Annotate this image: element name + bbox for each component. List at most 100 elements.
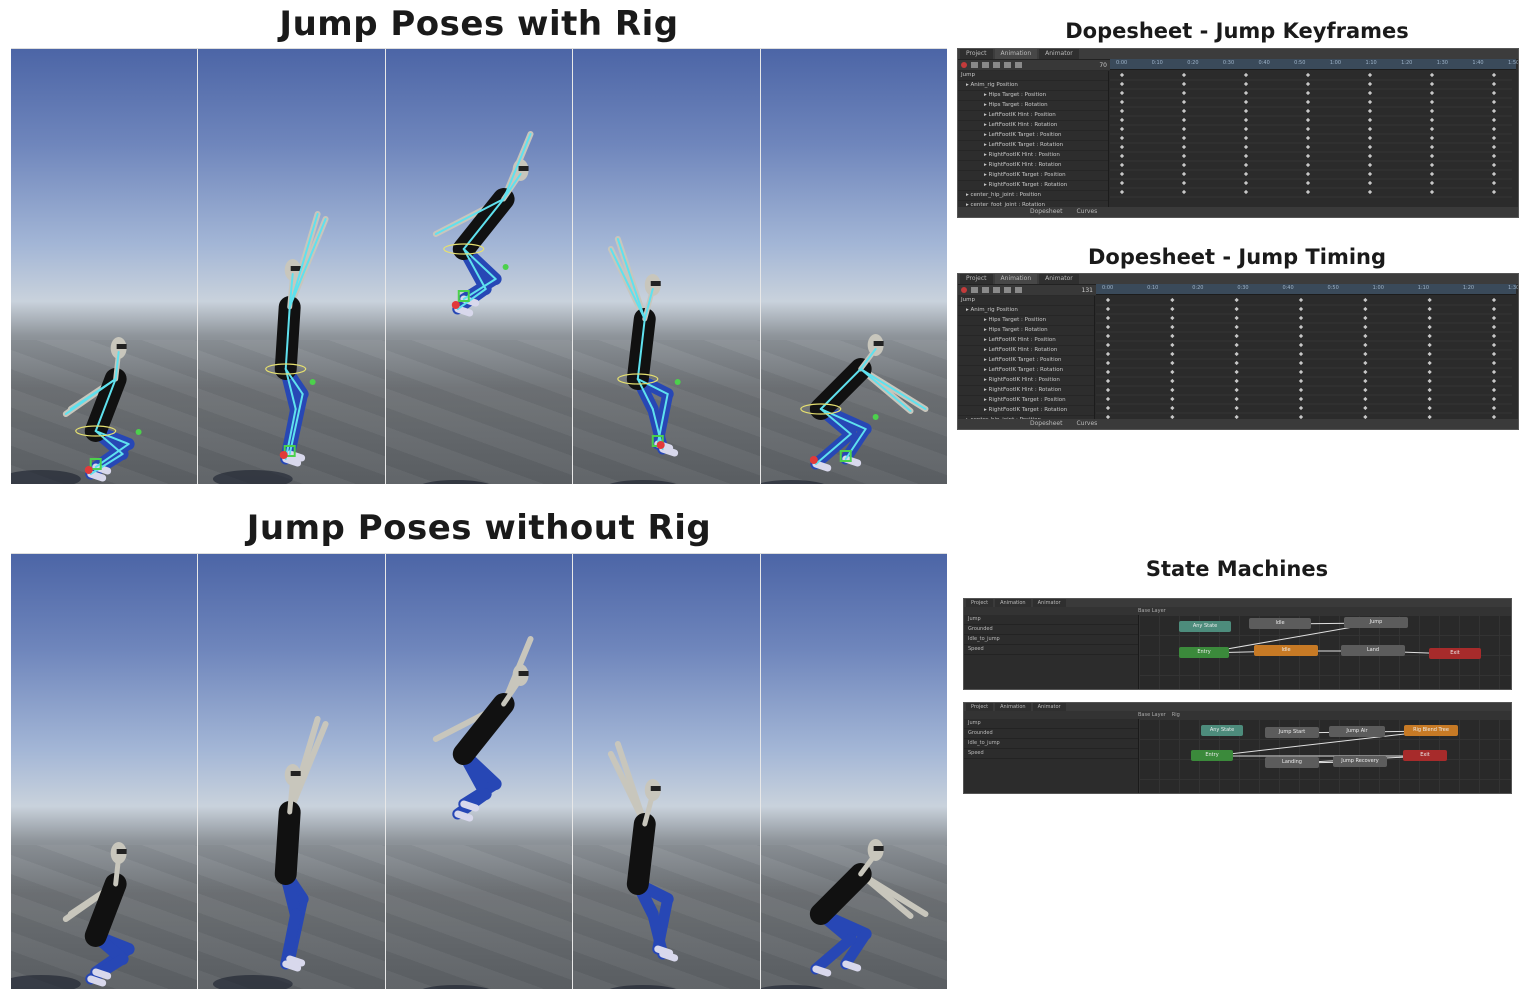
keyframe-diamond[interactable] xyxy=(1363,333,1368,339)
play-icon[interactable] xyxy=(993,287,1000,293)
keyframe-diamond[interactable] xyxy=(1427,396,1432,402)
parameter-row[interactable]: Idle_to_jump xyxy=(964,739,1138,749)
keyframe-diamond[interactable] xyxy=(1119,126,1125,132)
keyframe-diamond[interactable] xyxy=(1363,405,1368,411)
keyframe-diamond[interactable] xyxy=(1298,306,1304,312)
keyframe-diamond[interactable] xyxy=(1243,99,1249,105)
keyframe-diamond[interactable] xyxy=(1491,180,1497,186)
track-row[interactable]: ▸ LeftFootIK Hint : Rotation xyxy=(958,346,1094,356)
keyframe-diamond[interactable] xyxy=(1491,117,1497,123)
keyframe-diamond[interactable] xyxy=(1298,405,1304,411)
keyframe-diamond[interactable] xyxy=(1105,351,1111,357)
keyframe-diamond[interactable] xyxy=(1243,153,1249,159)
keyframe-diamond[interactable] xyxy=(1181,171,1187,177)
keyframe-diamond[interactable] xyxy=(1234,306,1239,312)
keyframe-diamond[interactable] xyxy=(1243,135,1249,141)
keyframe-diamond[interactable] xyxy=(1105,333,1111,339)
state-node[interactable]: Idle xyxy=(1254,645,1318,656)
keyframe-diamond[interactable] xyxy=(1119,108,1125,114)
keyframe-diamond[interactable] xyxy=(1234,297,1239,303)
keyframe-diamond[interactable] xyxy=(1298,369,1304,375)
keyframe-diamond[interactable] xyxy=(1305,99,1311,105)
keyframe-diamond[interactable] xyxy=(1298,324,1304,330)
ik-hint[interactable] xyxy=(502,264,509,270)
keyframe-diamond[interactable] xyxy=(1305,189,1311,195)
keyframe-diamond[interactable] xyxy=(1363,369,1368,375)
track-row[interactable]: ▸ Anim_rig Position xyxy=(958,81,1108,91)
keyframe-diamond[interactable] xyxy=(1491,81,1497,87)
keyframe-diamond[interactable] xyxy=(1429,189,1435,195)
frame-field[interactable]: 70 xyxy=(1099,62,1107,69)
keyframe-diamond[interactable] xyxy=(1363,315,1368,321)
parameter-row[interactable]: Grounded xyxy=(964,625,1138,635)
keyframe-diamond[interactable] xyxy=(1170,396,1175,402)
keyframe-diamond[interactable] xyxy=(1491,360,1497,366)
keyframe-grid[interactable] xyxy=(1110,71,1512,207)
tab-project[interactable]: Project xyxy=(966,703,994,711)
keyframe-diamond[interactable] xyxy=(1491,99,1497,105)
keyframe-diamond[interactable] xyxy=(1429,162,1435,168)
record-icon[interactable] xyxy=(961,287,967,293)
footer-tab-curves[interactable]: Curves xyxy=(1076,207,1097,217)
keyframe-diamond[interactable] xyxy=(1181,135,1187,141)
keyframe-diamond[interactable] xyxy=(1427,369,1432,375)
ik-hint[interactable] xyxy=(135,429,142,435)
state-machine-panel-1[interactable]: Project Animation Animator Base Layer Jump Gr… xyxy=(963,598,1512,690)
ik-target-red[interactable] xyxy=(84,466,93,474)
tab-project[interactable]: Project xyxy=(966,599,994,607)
keyframe-diamond[interactable] xyxy=(1491,108,1497,114)
keyframe-diamond[interactable] xyxy=(1181,90,1187,96)
keyframe-diamond[interactable] xyxy=(1105,315,1111,321)
keyframe-diamond[interactable] xyxy=(1298,387,1304,393)
keyframe-diamond[interactable] xyxy=(1243,81,1249,87)
ik-target-red[interactable] xyxy=(656,441,665,449)
keyframe-diamond[interactable] xyxy=(1491,396,1497,402)
keyframe-diamond[interactable] xyxy=(1105,324,1111,330)
keyframe-diamond[interactable] xyxy=(1105,387,1111,393)
track-row[interactable]: ▸ RightFootIK Target : Position xyxy=(958,396,1094,406)
keyframe-diamond[interactable] xyxy=(1181,99,1187,105)
track-row[interactable]: ▸ RightFootIK Target : Position xyxy=(958,171,1108,181)
keyframe-diamond[interactable] xyxy=(1491,171,1497,177)
keyframe-diamond[interactable] xyxy=(1243,189,1249,195)
keyframe-diamond[interactable] xyxy=(1170,297,1175,303)
keyframe-diamond[interactable] xyxy=(1119,144,1125,150)
keyframe-diamond[interactable] xyxy=(1181,81,1187,87)
ik-target-red[interactable] xyxy=(280,451,289,459)
state-graph-canvas[interactable]: Any State Idle Jump Entry Idle Land Exit xyxy=(1139,615,1511,689)
keyframe-diamond[interactable] xyxy=(1429,117,1435,123)
footer-tab-dopesheet[interactable]: Dopesheet xyxy=(1030,207,1062,217)
keyframe-diamond[interactable] xyxy=(1119,153,1125,159)
state-node[interactable]: Land xyxy=(1341,645,1405,656)
keyframe-diamond[interactable] xyxy=(1427,315,1432,321)
keyframe-diamond[interactable] xyxy=(1181,108,1187,114)
state-node[interactable]: Idle xyxy=(1249,618,1311,629)
keyframe-diamond[interactable] xyxy=(1298,297,1304,303)
keyframe-diamond[interactable] xyxy=(1170,387,1175,393)
timeline-ruler[interactable]: 0:00 0:10 0:20 0:30 0:40 0:50 1:00 1:10 1:20 1:30… xyxy=(1110,59,1518,70)
state-node[interactable]: Jump Start xyxy=(1265,727,1319,738)
keyframe-diamond[interactable] xyxy=(1105,396,1111,402)
track-row[interactable]: ▸ LeftFootIK Target : Position xyxy=(958,131,1108,141)
keyframe-diamond[interactable] xyxy=(1181,162,1187,168)
state-node[interactable]: Exit xyxy=(1403,750,1447,761)
parameter-row[interactable]: Speed xyxy=(964,645,1138,655)
keyframe-diamond[interactable] xyxy=(1298,342,1304,348)
state-graph-canvas[interactable]: Any State Jump Start Jump Air Rig Blend Tre… xyxy=(1139,719,1511,793)
keyframe-diamond[interactable] xyxy=(1181,117,1187,123)
state-node[interactable]: Any State xyxy=(1179,621,1231,632)
ik-target-red[interactable] xyxy=(451,301,460,309)
sublayer-crumb[interactable]: Rig xyxy=(1172,711,1180,719)
track-row[interactable]: ▸ Hips Target : Rotation xyxy=(958,326,1094,336)
play-icon[interactable] xyxy=(993,62,1000,68)
tab-animator[interactable]: Animator xyxy=(1032,599,1066,607)
keyframe-diamond[interactable] xyxy=(1367,90,1373,96)
keyframe-diamond[interactable] xyxy=(1491,153,1497,159)
keyframe-diamond[interactable] xyxy=(1491,324,1497,330)
track-row[interactable]: ▸ RightFootIK Target : Rotation xyxy=(958,406,1094,416)
keyframe-diamond[interactable] xyxy=(1427,387,1432,393)
keyframe-diamond[interactable] xyxy=(1491,387,1497,393)
keyframe-diamond[interactable] xyxy=(1429,90,1435,96)
ik-target-red[interactable] xyxy=(809,456,818,464)
keyframe-diamond[interactable] xyxy=(1305,153,1311,159)
